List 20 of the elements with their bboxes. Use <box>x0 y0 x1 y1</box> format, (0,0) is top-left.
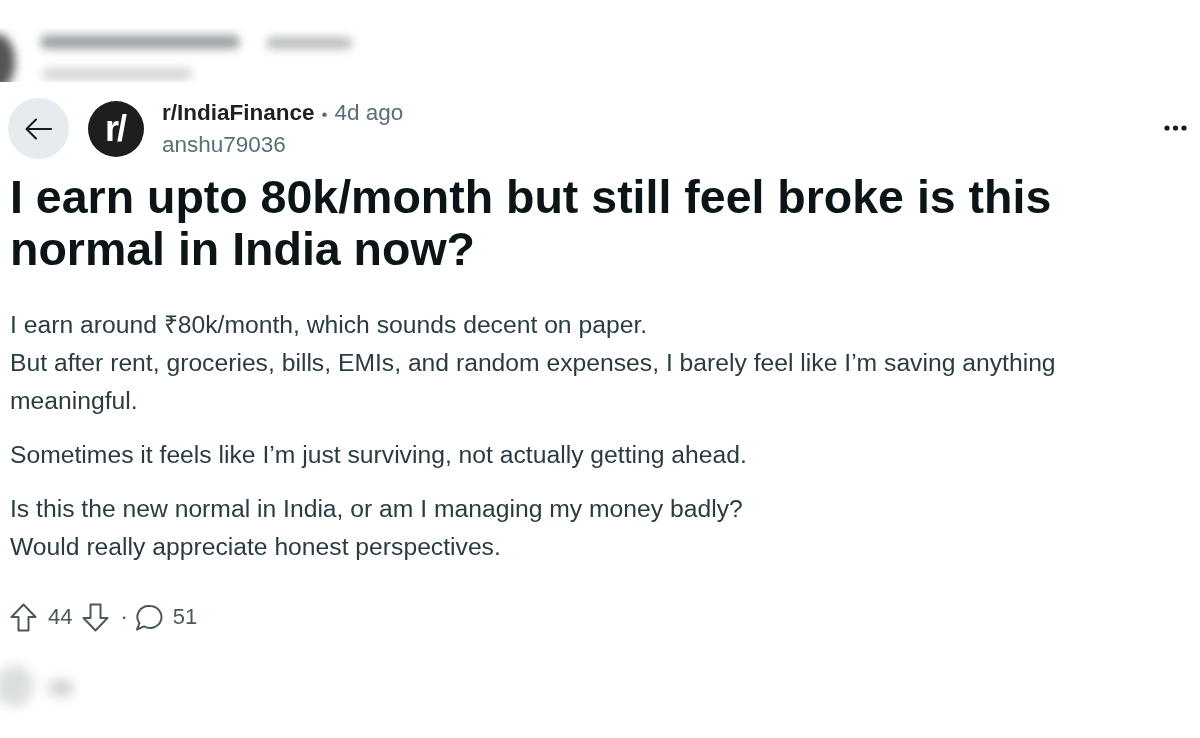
post-paragraph: Is this the new normal in India, or am I managing my money badly? Would really appreciate honest perspectives. <box>10 494 744 562</box>
downvote-button[interactable] <box>82 602 110 632</box>
separator-dot: · <box>120 604 128 630</box>
post-time: 4d ago <box>334 99 404 126</box>
downvote-icon <box>82 602 110 632</box>
more-options-button[interactable] <box>1164 124 1187 131</box>
post-paragraph: Sometimes it feels like I’m just surviving, not actually getting ahead. <box>10 440 748 470</box>
comment-bubble-icon <box>134 603 163 631</box>
comments-button[interactable]: 51 <box>134 603 198 631</box>
separator-dot: • <box>321 104 328 126</box>
upvote-icon <box>10 602 37 632</box>
post-paragraph: I earn around ₹80k/month, which sounds decent on paper. But after rent, groceries, bills, EMIs, and random expenses, I barely feel like I’m saving anything meaningful. <box>10 310 1057 416</box>
post-title: I earn upto 80k/month but still feel broke is this normal in India now? <box>10 171 1053 275</box>
vote-score: 44 <box>48 604 73 630</box>
subreddit-avatar[interactable]: r/ <box>88 100 144 157</box>
subreddit-link[interactable]: r/IndiaFinance <box>162 99 315 126</box>
more-options-icon <box>1164 124 1187 131</box>
upvote-button[interactable] <box>10 602 37 632</box>
back-arrow-icon <box>25 116 52 141</box>
author-name[interactable]: anshu79036 <box>162 131 404 158</box>
